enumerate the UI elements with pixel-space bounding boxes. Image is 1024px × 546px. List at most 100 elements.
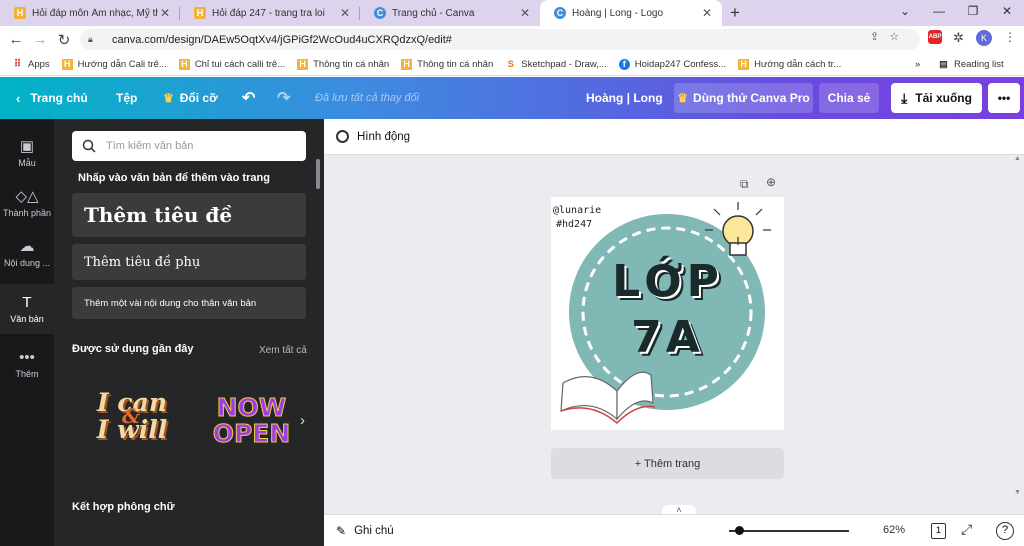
design-title[interactable]: Hoàng | Long (586, 91, 663, 105)
hoidap-icon: H (14, 7, 26, 19)
menu-icon[interactable]: ⋮ (1004, 30, 1016, 44)
animate-button[interactable]: Hình động (357, 131, 410, 143)
zoom-slider[interactable] (729, 526, 849, 535)
save-status: Đã lưu tất cả thay đổi (315, 92, 420, 104)
scroll-up-icon[interactable]: ▲ (1014, 155, 1021, 162)
bookmark-item[interactable]: H Hướng dẫn cách tr... (738, 58, 841, 70)
extensions-icon[interactable]: ✲ (953, 30, 964, 46)
canvas-scrollbar[interactable]: ▲ ▼ (1014, 155, 1024, 505)
reload-icon[interactable]: ↻ (52, 31, 76, 49)
bookmark-item[interactable]: H Hướng dẫn Cali trê... (61, 58, 167, 70)
editor-subbar: Hình động (324, 119, 1024, 155)
rail-item-more[interactable]: ••• Thêm (0, 339, 54, 389)
page-count-button[interactable]: 1 (931, 523, 946, 539)
zoom-level[interactable]: 62% (883, 524, 905, 536)
rail-item-templates[interactable]: ▣ Mẫu (0, 127, 54, 177)
design-page[interactable]: @lunarie #hd247 LỚP 7A (551, 197, 784, 430)
animate-icon (336, 130, 349, 143)
avatar[interactable]: K (976, 30, 992, 46)
restore-icon[interactable]: ❐ (956, 0, 990, 24)
bookmark-item[interactable]: H Chỉ tui cách calli trê... (178, 58, 285, 70)
notes-icon: ✎ (336, 523, 347, 538)
redo-icon[interactable]: ↷ (277, 88, 290, 108)
bookmark-item[interactable]: H Thông tin cá nhân (297, 58, 389, 70)
close-tab-icon[interactable]: ✕ (158, 6, 172, 20)
search-placeholder: Tìm kiếm văn bản (106, 140, 194, 152)
bookmark-item[interactable]: H Thông tin cá nhân (401, 58, 493, 70)
duplicate-page-icon[interactable]: ⧉ (740, 177, 749, 192)
add-page-icon[interactable]: ⊕ (766, 175, 776, 189)
fullscreen-icon[interactable]: ⤢ (961, 521, 972, 538)
resize-button[interactable]: ♛ Đổi cỡ (163, 91, 218, 105)
notes-button[interactable]: Ghi chú (354, 525, 394, 537)
download-button[interactable]: ⤓ Tải xuống (891, 83, 982, 113)
minimize-icon[interactable]: — (922, 0, 956, 24)
text-panel: Tìm kiếm văn bản Nhấp vào văn bản để thê… (54, 119, 324, 546)
share-button[interactable]: Chia sẻ (819, 83, 879, 113)
window-controls: ⌄ — ❐ ✕ (888, 0, 1024, 24)
recent-heading: Được sử dụng gần đây (72, 343, 194, 355)
url-text: canva.com/design/DAEw5OqtXv4/jGPiGf2WcOu… (112, 33, 452, 46)
close-tab-icon[interactable]: ✕ (700, 6, 714, 20)
tab-title: Trang chủ - Canva (392, 7, 475, 19)
template-icon: ▣ (19, 137, 35, 155)
side-rail: ▣ Mẫu ◇△ Thành phần ☁ Nội dung ... T Văn bản… (0, 119, 54, 546)
bookmarks-more[interactable]: » (915, 59, 920, 70)
avatar-initial: K (980, 33, 987, 43)
see-all-link[interactable]: Xem tất cả (259, 345, 307, 356)
close-tab-icon[interactable]: ✕ (518, 6, 532, 20)
crown-icon: ♛ (163, 91, 174, 105)
elements-icon: ◇△ (15, 187, 39, 205)
canva-icon: C (374, 7, 386, 19)
undo-icon[interactable]: ↶ (242, 88, 255, 108)
font-combos-heading: Kết hợp phông chữ (72, 501, 175, 513)
rail-item-uploads[interactable]: ☁ Nội dung ... (0, 227, 54, 277)
help-button[interactable]: ? (996, 522, 1014, 540)
tab-search-icon[interactable]: ⌄ (888, 0, 922, 24)
browser-tab[interactable]: C Trang chủ - Canva ✕ (360, 0, 540, 26)
browser-tab[interactable]: H Hỏi đáp 247 - trang tra loi ✕ (180, 0, 360, 26)
rail-item-text[interactable]: T Văn bản (0, 284, 54, 334)
scroll-down-icon[interactable]: ▼ (1014, 489, 1021, 496)
close-window-icon[interactable]: ✕ (990, 0, 1024, 24)
file-menu[interactable]: Tệp (116, 91, 137, 105)
forward-icon[interactable]: → (28, 31, 52, 48)
bookmark-star-icon[interactable]: ☆ (889, 30, 899, 43)
back-icon[interactable]: ← (4, 31, 28, 48)
apps-grid-icon: ⠿ (13, 58, 22, 70)
crown-icon: ♛ (677, 91, 689, 105)
add-page-button[interactable]: + Thêm trang (551, 448, 784, 479)
browser-tab[interactable]: H Hỏi đáp môn Âm nhạc, Mỹ thuật ✕ (0, 0, 180, 26)
bookmark-item[interactable]: f Hoidap247 Confess... (618, 58, 726, 70)
hoidap-icon: H (401, 58, 413, 70)
more-options-button[interactable]: ••• (988, 83, 1020, 113)
upload-icon: ☁ (19, 237, 35, 255)
adblock-icon[interactable]: ABP (928, 30, 942, 44)
reading-list[interactable]: ▤ Reading list (938, 58, 1003, 70)
panel-scrollbar[interactable] (316, 159, 320, 189)
canva-top-bar: ‹ Trang chủ Tệp ♛ Đổi cỡ ↶ ↷ Đã lưu tất cả… (0, 77, 1024, 119)
new-tab-button[interactable]: + (722, 0, 748, 26)
add-heading-button[interactable]: Thêm tiêu đề (72, 193, 306, 237)
close-tab-icon[interactable]: ✕ (338, 6, 352, 20)
search-input[interactable]: Tìm kiếm văn bản (72, 131, 306, 161)
home-button[interactable]: ‹ Trang chủ (16, 91, 88, 106)
more-icon: ••• (19, 349, 35, 366)
reading-list-icon: ▤ (939, 58, 948, 69)
recent-sample-now-open[interactable]: NOW OPEN (204, 394, 299, 447)
search-icon (82, 139, 96, 153)
share-icon[interactable]: ⇪ (870, 30, 879, 43)
add-body-text-button[interactable]: Thêm một vài nội dung cho thân văn bản (72, 287, 306, 319)
bookmark-apps[interactable]: ⠿ Apps (12, 59, 50, 70)
chevron-right-icon[interactable]: › (300, 412, 305, 429)
bookmark-item[interactable]: S Sketchpad - Draw,... (505, 59, 607, 70)
zoom-slider-knob[interactable] (735, 526, 744, 535)
url-field[interactable]: 🔒︎ canva.com/design/DAEw5OqtXv4/jGPiGf2W… (80, 29, 920, 50)
chevron-left-icon: ‹ (16, 90, 21, 106)
rail-item-elements[interactable]: ◇△ Thành phần (0, 177, 54, 227)
add-subheading-button[interactable]: Thêm tiêu đề phụ (72, 244, 306, 280)
try-pro-button[interactable]: ♛ Dùng thử Canva Pro (674, 83, 813, 113)
browser-tab-active[interactable]: C Hoàng | Long - Logo ✕ (540, 0, 722, 26)
hoidap-icon: H (178, 58, 190, 70)
recent-sample-i-can[interactable]: I can I will & (82, 389, 182, 451)
